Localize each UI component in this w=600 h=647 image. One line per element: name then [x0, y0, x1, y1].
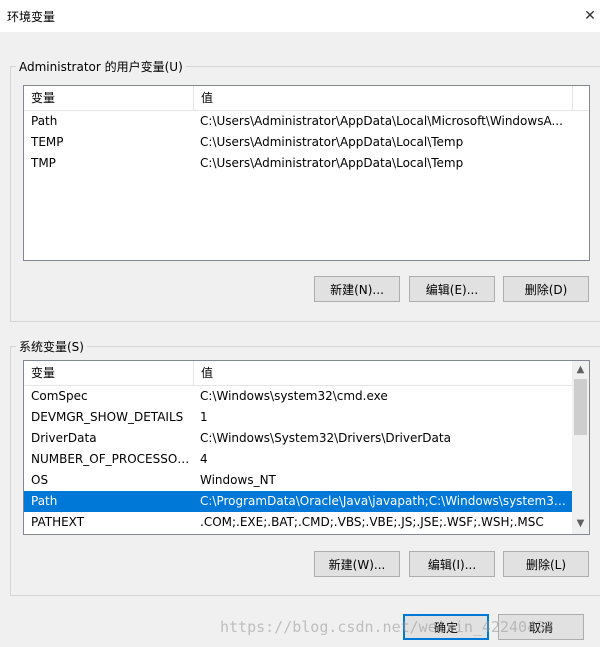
variable-value-cell: 1 [200, 410, 208, 424]
variable-value-cell: 4 [200, 452, 208, 466]
table-row[interactable]: Path C:\Users\Administrator\AppData\Local… [24, 111, 572, 132]
scroll-up-icon[interactable]: ▲ [572, 361, 589, 378]
variable-name-cell: Path [31, 114, 58, 128]
variable-name-cell: TMP [31, 156, 56, 170]
variable-value-cell: C:\Windows\System32\Drivers\DriverData [200, 431, 451, 445]
close-button[interactable]: ✕ [580, 0, 600, 32]
user-list-header: 变量 值 [24, 86, 589, 111]
watermark: https://blog.csdn.net/weixin_42240433 [220, 618, 555, 636]
variable-name-cell: Path [31, 494, 58, 508]
window-title: 环境变量 [7, 10, 56, 24]
table-row[interactable]: ComSpec C:\Windows\system32\cmd.exe [24, 386, 572, 407]
variable-name-cell: TEMP [31, 135, 64, 149]
system-list-header: 变量 值 [24, 361, 572, 386]
scroll-thumb[interactable] [574, 379, 587, 435]
table-row[interactable]: OS Windows_NT [24, 470, 572, 491]
system-variables-legend: 系统变量(S) [16, 338, 87, 355]
user-variables-list[interactable]: 变量 值 Path C:\Users\Administrator\AppData\… [23, 85, 590, 261]
variable-value-cell: C:\Users\Administrator\AppData\Local\Tem… [200, 135, 464, 149]
user-delete-button[interactable]: 删除(D) [503, 276, 589, 302]
user-new-button[interactable]: 新建(N)... [314, 276, 400, 302]
table-row[interactable]: NUMBER_OF_PROCESSORS 4 [24, 449, 572, 470]
variable-name-cell: ComSpec [31, 389, 88, 403]
header-separator[interactable] [572, 86, 573, 110]
table-row[interactable]: DEVMGR_SHOW_DETAILS 1 [24, 407, 572, 428]
scroll-down-icon[interactable]: ▼ [572, 515, 589, 532]
title-bar: 环境变量 ✕ [0, 0, 600, 32]
variable-name-cell: PATHEXT [31, 515, 85, 529]
user-variables-legend: Administrator 的用户变量(U) [16, 58, 186, 75]
variable-name-cell: DriverData [31, 431, 97, 445]
header-value[interactable]: 值 [194, 361, 572, 385]
variable-name-cell: OS [31, 473, 49, 487]
system-list-scrollbar[interactable]: ▲ ▼ [572, 361, 589, 534]
system-edit-button[interactable]: 编辑(I)... [409, 551, 495, 577]
table-row[interactable]: TEMP C:\Users\Administrator\AppData\Local… [24, 132, 572, 153]
variable-value-cell: C:\Users\Administrator\AppData\Local\Tem… [200, 156, 464, 170]
header-variable[interactable]: 变量 [24, 86, 193, 110]
header-value[interactable]: 值 [194, 86, 572, 110]
table-row[interactable]: TMP C:\Users\Administrator\AppData\Local\… [24, 153, 572, 174]
system-variables-list[interactable]: 变量 值 ComSpec C:\Windows\system32\cmd.exe D… [23, 360, 590, 535]
variable-name-cell: DEVMGR_SHOW_DETAILS [31, 410, 184, 424]
variable-value-cell: Windows_NT [200, 473, 276, 487]
table-row[interactable]: PATHEXT .COM;.EXE;.BAT;.CMD;.VBS;.VBE;.JS… [24, 512, 572, 533]
system-new-button[interactable]: 新建(W)... [314, 551, 400, 577]
header-variable[interactable]: 变量 [24, 361, 193, 385]
system-delete-button[interactable]: 删除(L) [503, 551, 589, 577]
variable-value-cell: .COM;.EXE;.BAT;.CMD;.VBS;.VBE;.JS;.JSE;.… [200, 515, 544, 529]
user-edit-button[interactable]: 编辑(E)... [409, 276, 495, 302]
table-row[interactable]: Path C:\ProgramData\Oracle\Java\javapath;… [24, 491, 572, 512]
variable-name-cell: NUMBER_OF_PROCESSORS [31, 452, 193, 466]
variable-value-cell: C:\ProgramData\Oracle\Java\javapath;C:\W… [200, 494, 568, 508]
close-icon: ✕ [584, 8, 596, 24]
variable-value-cell: C:\Users\Administrator\AppData\Local\Mic… [200, 114, 563, 128]
table-row[interactable]: DriverData C:\Windows\System32\Drivers\Dr… [24, 428, 572, 449]
variable-value-cell: C:\Windows\system32\cmd.exe [200, 389, 388, 403]
